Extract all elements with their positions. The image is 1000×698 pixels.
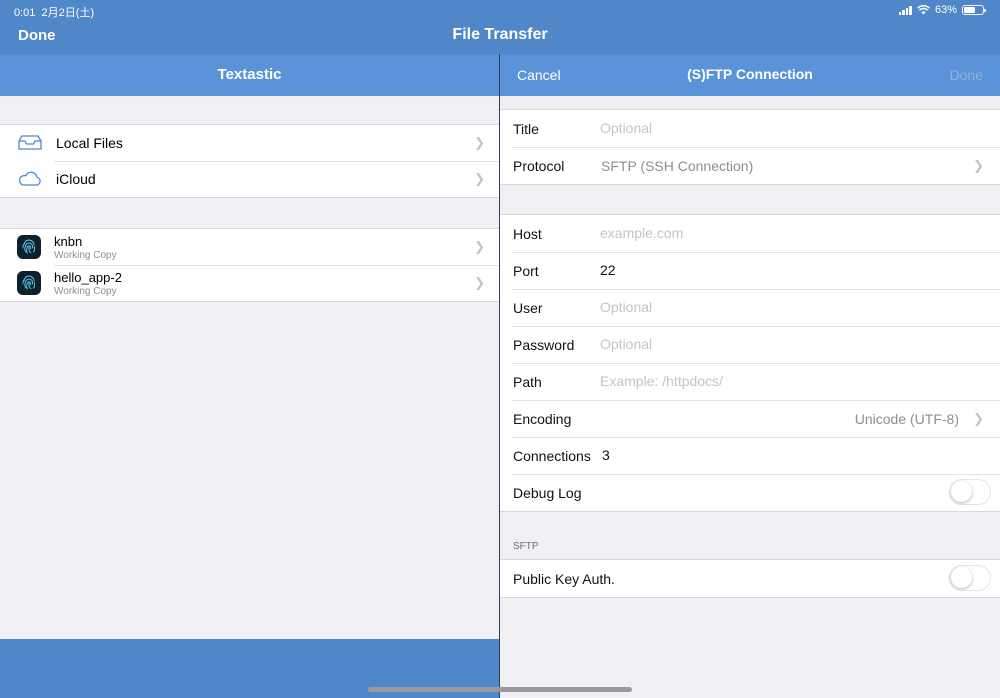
port-row: Port: [500, 252, 1000, 289]
sidebar-item-local-files[interactable]: Local Files ❯: [0, 125, 499, 161]
chevron-right-icon: ❯: [973, 158, 984, 173]
port-input[interactable]: [600, 259, 940, 281]
connections-input[interactable]: [602, 444, 942, 466]
toggle-knob: [951, 481, 972, 502]
connection-header: Cancel (S)FTP Connection Done: [500, 54, 1000, 96]
chevron-right-icon: ❯: [474, 171, 485, 186]
public-key-auth-toggle[interactable]: [949, 565, 991, 591]
user-input[interactable]: [600, 296, 940, 318]
debug-log-toggle[interactable]: [949, 479, 991, 505]
port-label: Port: [513, 263, 539, 279]
connection-title: (S)FTP Connection: [687, 66, 813, 82]
repository-name: knbn: [54, 234, 83, 249]
debug-log-row: Debug Log: [500, 474, 1000, 511]
chevron-right-icon: ❯: [474, 275, 485, 290]
done-button[interactable]: Done: [18, 27, 56, 44]
sidebar-pane: Textastic Local Files ❯ iCloud ❯ knbn Wo…: [0, 54, 499, 698]
sftp-section: Public Key Auth.: [500, 559, 1000, 598]
sidebar-item-label: iCloud: [56, 171, 96, 187]
repository-subtitle: Working Copy: [54, 286, 117, 297]
password-row: Password: [500, 326, 1000, 363]
locations-list: Local Files ❯ iCloud ❯: [0, 124, 499, 198]
protocol-row[interactable]: Protocol SFTP (SSH Connection) ❯: [500, 147, 1000, 184]
fingerprint-icon: [17, 271, 41, 295]
server-section: Host Port User Password Path Encoding Un…: [500, 214, 1000, 512]
sftp-section-title: SFTP: [513, 541, 539, 552]
debug-log-label: Debug Log: [513, 485, 582, 501]
sftp-section-header: SFTP: [500, 512, 1000, 559]
title-row: Title: [500, 110, 1000, 147]
list-item-repository[interactable]: hello_app-2 Working Copy ❯: [0, 265, 499, 301]
connection-form-pane: Cancel (S)FTP Connection Done Title Prot…: [500, 54, 1000, 698]
public-key-auth-label: Public Key Auth.: [513, 571, 615, 587]
cellular-signal-icon: [898, 5, 912, 15]
path-row: Path: [500, 363, 1000, 400]
repository-name: hello_app-2: [54, 270, 122, 285]
host-input[interactable]: [600, 222, 940, 244]
fingerprint-icon: [17, 235, 41, 259]
encoding-value: Unicode (UTF-8): [854, 411, 959, 427]
top-navigation-bar: 0:01 2月2日(土) 63% Done File Transfer: [0, 0, 1000, 54]
title-input[interactable]: [600, 117, 940, 139]
path-label: Path: [513, 374, 542, 390]
sidebar-item-label: Local Files: [56, 135, 123, 151]
path-input[interactable]: [600, 370, 940, 392]
password-label: Password: [513, 337, 575, 353]
repositories-list: knbn Working Copy ❯ hello_app-2 Working …: [0, 228, 499, 302]
title-label: Title: [513, 121, 539, 137]
protocol-value: SFTP (SSH Connection): [601, 158, 754, 174]
sidebar-item-icloud[interactable]: iCloud ❯: [0, 161, 499, 197]
user-row: User: [500, 289, 1000, 326]
user-label: User: [513, 300, 543, 316]
encoding-label: Encoding: [513, 411, 572, 427]
battery-percent: 63%: [934, 4, 957, 16]
tray-icon: [18, 135, 42, 150]
list-item-repository[interactable]: knbn Working Copy ❯: [0, 229, 499, 265]
cloud-icon: [18, 171, 41, 186]
battery-level: [964, 7, 976, 13]
battery-icon: [962, 5, 986, 15]
protocol-label: Protocol: [513, 158, 565, 174]
save-done-button[interactable]: Done: [950, 67, 983, 83]
status-indicators: 63%: [898, 4, 986, 16]
password-input[interactable]: [600, 333, 940, 355]
chevron-right-icon: ❯: [973, 411, 984, 426]
chevron-right-icon: ❯: [474, 239, 485, 254]
toggle-knob: [951, 567, 972, 588]
encoding-row[interactable]: Encoding Unicode (UTF-8) ❯: [500, 400, 1000, 437]
home-indicator: [368, 687, 632, 692]
host-row: Host: [500, 215, 1000, 252]
repository-subtitle: Working Copy: [54, 250, 117, 261]
cancel-button[interactable]: Cancel: [517, 67, 561, 83]
chevron-right-icon: ❯: [474, 135, 485, 150]
sidebar-header: Textastic: [0, 54, 499, 96]
host-label: Host: [513, 226, 542, 242]
page-title: File Transfer: [452, 26, 548, 43]
status-date: 2月2日(土): [41, 7, 95, 19]
status-clock: 0:01: [14, 7, 36, 19]
connections-row: Connections: [500, 437, 1000, 474]
public-key-auth-row: Public Key Auth.: [500, 560, 1000, 597]
wifi-icon: [917, 5, 930, 15]
status-time: 0:01 2月2日(土): [14, 4, 94, 20]
general-section: Title Protocol SFTP (SSH Connection) ❯: [500, 109, 1000, 185]
connections-label: Connections: [513, 448, 591, 464]
